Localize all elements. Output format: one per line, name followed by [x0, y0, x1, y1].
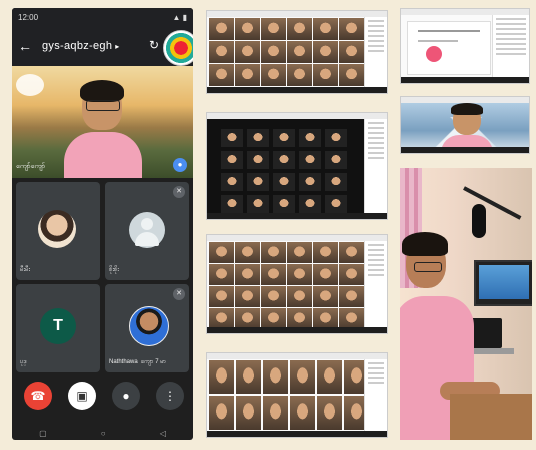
arrow-left-icon[interactable]: ← — [18, 38, 34, 54]
speaking-indicator-icon: ● — [173, 158, 187, 172]
back-nav-icon[interactable]: ◁ — [160, 429, 166, 438]
meeting-code[interactable]: gys-aqbz-egh — [42, 40, 112, 52]
status-bar: 12:00 ▲ ▮ — [12, 8, 193, 26]
avatar-letter: T — [40, 308, 76, 344]
meet-presentation-screenshot — [400, 8, 530, 84]
status-icons: ▲ ▮ — [172, 12, 187, 22]
more-options-icon: ⋮ — [164, 389, 176, 403]
main-speaker-name: ကျော်ကျော် — [16, 163, 46, 170]
meet-gallery-screenshot-2 — [206, 112, 388, 220]
meet-gallery-screenshot-3 — [206, 234, 388, 334]
microphone-button[interactable]: ● — [112, 382, 140, 410]
meet-gallery-screenshot-4 — [206, 352, 388, 438]
end-call-icon: ☎ — [30, 389, 46, 403]
organization-seal-icon — [163, 30, 193, 66]
avatar — [129, 306, 169, 346]
mic-off-icon: ✕ — [173, 186, 185, 198]
status-time: 12:00 — [18, 12, 39, 22]
camera-off-icon: ▣ — [76, 389, 88, 403]
camera-toggle-button[interactable]: ▣ — [68, 382, 96, 410]
participant-tile[interactable]: T ပုဒ္ — [16, 284, 100, 372]
participant-name: စိုးစိုး — [109, 267, 119, 273]
more-options-button[interactable]: ⋮ — [156, 382, 184, 410]
avatar — [38, 210, 76, 248]
main-speaker-video[interactable]: ကျော်ကျော် ● — [12, 66, 193, 178]
meet-top-bar: ← gys-aqbz-egh ▸ ↻ — [12, 26, 193, 66]
microphone-icon: ● — [122, 389, 130, 403]
mic-off-icon: ✕ — [173, 288, 185, 300]
end-call-button[interactable]: ☎ — [24, 382, 52, 410]
participant-tile[interactable]: ✕ စိုးစိုး — [105, 182, 189, 280]
presenter-photo — [400, 168, 532, 440]
switch-camera-icon[interactable]: ↻ — [149, 38, 159, 52]
home-icon[interactable]: ○ — [101, 429, 106, 438]
speaker-figure — [60, 80, 146, 178]
meet-speaker-screenshot — [400, 96, 530, 154]
participant-tile[interactable]: မီးမီး — [16, 182, 100, 280]
recents-icon[interactable]: ▢ — [39, 429, 47, 438]
meet-gallery-screenshot-1 — [206, 10, 388, 94]
chevron-right-icon[interactable]: ▸ — [115, 42, 119, 51]
participant-name: ပုဒ္ — [20, 359, 27, 365]
meet-phone-screen: 12:00 ▲ ▮ ← gys-aqbz-egh ▸ ↻ ကျော်ကျော် … — [12, 8, 193, 440]
logo-icon — [16, 74, 44, 96]
participant-name: Naththawa ကျော 7 မာ — [109, 359, 167, 365]
android-nav-bar: ▢ ○ ◁ — [12, 426, 193, 440]
participant-name: မီးမီး — [20, 267, 30, 273]
default-avatar-icon — [129, 212, 165, 248]
participant-tile[interactable]: ✕ Naththawa ကျော 7 မာ — [105, 284, 189, 372]
